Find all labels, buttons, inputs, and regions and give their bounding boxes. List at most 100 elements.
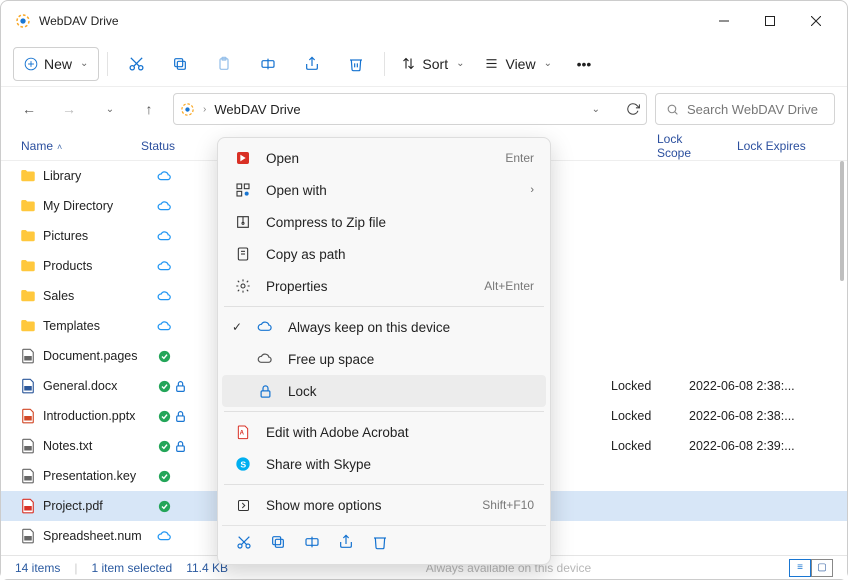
recent-button[interactable]: ⌄: [93, 93, 125, 125]
copypath-icon: [234, 245, 252, 263]
ctx-share-button[interactable]: [338, 534, 354, 554]
rename-icon: [260, 56, 276, 72]
file-name: Library: [43, 169, 151, 183]
ctx-copy-button[interactable]: [270, 534, 286, 554]
column-name[interactable]: Name˄: [1, 139, 131, 153]
ctx-rename-button[interactable]: [304, 534, 320, 554]
file-status: [151, 499, 211, 514]
ctx-alwayskeep[interactable]: ✓ Always keep on this device: [222, 311, 546, 343]
file-status: [151, 409, 211, 424]
ctx-freeup[interactable]: Free up space: [222, 343, 546, 375]
file-status: [151, 469, 211, 484]
app-icon: [15, 13, 31, 29]
ctx-compress[interactable]: Compress to Zip file: [222, 206, 546, 238]
acrobat-icon: A: [234, 423, 252, 441]
file-status: [151, 229, 211, 244]
properties-icon: [234, 277, 252, 295]
paste-button[interactable]: [204, 47, 244, 81]
delete-button[interactable]: [336, 47, 376, 81]
file-status: [151, 349, 211, 364]
item-count: 14 items: [15, 561, 60, 575]
details-view-button[interactable]: ≡: [789, 559, 811, 577]
navbar: ← → ⌄ ↑ › WebDAV Drive ⌄ Search WebDAV D…: [1, 87, 847, 131]
ctx-delete-button[interactable]: [372, 534, 388, 554]
lock-icon: [256, 382, 274, 400]
separator: [384, 52, 385, 76]
ctx-copypath[interactable]: Copy as path: [222, 238, 546, 270]
file-name: Templates: [43, 319, 151, 333]
view-mode-icons: ≡ ▢: [789, 559, 833, 577]
ctx-lock[interactable]: Lock: [222, 375, 546, 407]
sort-icon: [401, 56, 416, 71]
refresh-icon[interactable]: [626, 102, 640, 116]
view-icon: [484, 56, 499, 71]
separator: [224, 411, 544, 412]
copy-button[interactable]: [160, 47, 200, 81]
chevron-down-icon: ⌄: [456, 58, 464, 69]
file-lockexpires: 2022-06-08 2:39:...: [689, 439, 807, 453]
file-name: Notes.txt: [43, 439, 151, 453]
share-button[interactable]: [292, 47, 332, 81]
grid-view-button[interactable]: ▢: [811, 559, 833, 577]
file-status: [151, 199, 211, 214]
sort-button[interactable]: Sort ⌄: [393, 47, 472, 81]
separator: [224, 306, 544, 307]
chevron-down-icon: ⌄: [544, 58, 552, 69]
more-button[interactable]: •••: [564, 47, 604, 81]
minimize-button[interactable]: [701, 5, 747, 37]
drive-icon: [180, 102, 195, 117]
file-name: Spreadsheet.num: [43, 529, 151, 543]
check-icon: ✓: [232, 320, 242, 334]
separator: [224, 484, 544, 485]
close-button[interactable]: [793, 5, 839, 37]
view-label: View: [505, 56, 535, 72]
search-placeholder: Search WebDAV Drive: [687, 102, 818, 117]
file-status: [151, 379, 211, 394]
file-status: [151, 319, 211, 334]
up-button[interactable]: ↑: [133, 93, 165, 125]
column-status[interactable]: Status: [131, 139, 211, 153]
view-button[interactable]: View ⌄: [476, 47, 559, 81]
file-lockscope: Locked: [611, 379, 689, 393]
column-lockexpires[interactable]: Lock Expires: [727, 139, 847, 153]
share-icon: [304, 56, 320, 72]
ctx-showmore[interactable]: Show more options Shift+F10: [222, 489, 546, 521]
breadcrumb[interactable]: › WebDAV Drive ⌄: [173, 93, 647, 125]
plus-circle-icon: [24, 57, 38, 71]
file-status: [151, 169, 211, 184]
paste-icon: [216, 56, 232, 72]
file-name: Products: [43, 259, 151, 273]
chevron-down-icon: ⌄: [80, 58, 88, 69]
cloud-device-icon: [256, 318, 274, 336]
search-input[interactable]: Search WebDAV Drive: [655, 93, 835, 125]
showmore-icon: [234, 496, 252, 514]
ctx-open[interactable]: Open Enter: [222, 142, 546, 174]
search-icon: [666, 103, 679, 116]
forward-button[interactable]: →: [53, 93, 85, 125]
ctx-acrobat[interactable]: A Edit with Adobe Acrobat: [222, 416, 546, 448]
maximize-button[interactable]: [747, 5, 793, 37]
sort-label: Sort: [422, 56, 448, 72]
ctx-cut-button[interactable]: [236, 534, 252, 554]
chevron-down-icon[interactable]: ⌄: [592, 104, 600, 115]
file-status: [151, 289, 211, 304]
file-name: General.docx: [43, 379, 151, 393]
new-button[interactable]: New ⌄: [13, 47, 99, 81]
breadcrumb-root[interactable]: WebDAV Drive: [214, 102, 300, 117]
back-button[interactable]: ←: [13, 93, 45, 125]
cut-button[interactable]: [116, 47, 156, 81]
file-name: Sales: [43, 289, 151, 303]
rename-button[interactable]: [248, 47, 288, 81]
new-label: New: [44, 56, 72, 72]
svg-text:S: S: [240, 459, 246, 469]
scrollbar[interactable]: [837, 161, 847, 549]
ctx-openwith[interactable]: Open with ›: [222, 174, 546, 206]
column-lockscope[interactable]: Lock Scope: [647, 132, 727, 160]
separator: [107, 52, 108, 76]
ctx-skype[interactable]: S Share with Skype: [222, 448, 546, 480]
file-lockexpires: 2022-06-08 2:38:...: [689, 409, 807, 423]
file-name: Presentation.key: [43, 469, 151, 483]
scrollbar-thumb[interactable]: [840, 161, 844, 281]
ctx-properties[interactable]: Properties Alt+Enter: [222, 270, 546, 302]
chevron-right-icon: ›: [203, 104, 206, 115]
